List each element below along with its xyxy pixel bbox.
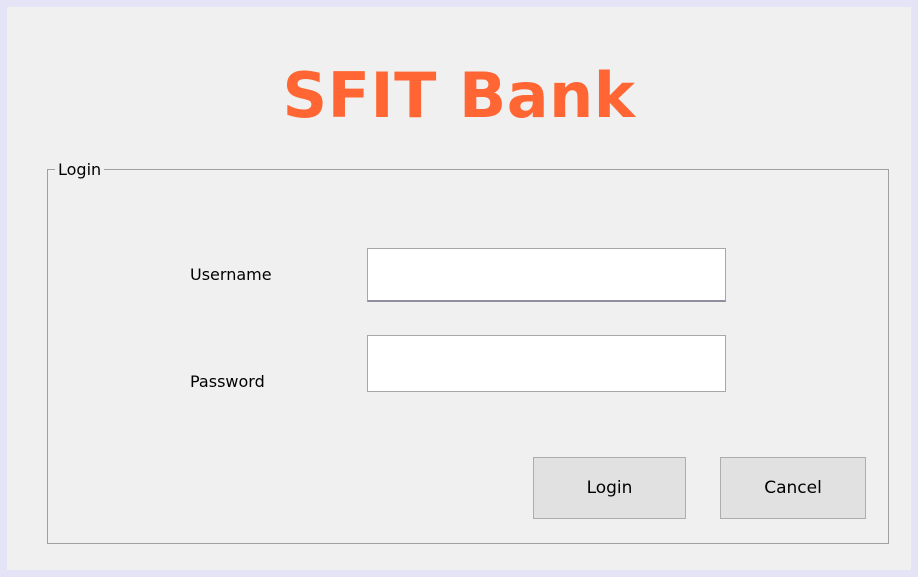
password-field[interactable] [367,335,726,392]
password-label: Password [190,372,265,391]
username-field[interactable] [367,248,726,302]
login-window: SFIT Bank Login Username Password Login … [7,7,911,570]
login-group-legend: Login [55,161,105,179]
cancel-button[interactable]: Cancel [720,457,866,519]
login-button[interactable]: Login [533,457,686,519]
login-group-box: Login Username Password Login Cancel [47,161,889,544]
app-title: SFIT Bank [282,59,636,132]
username-label: Username [190,265,272,284]
